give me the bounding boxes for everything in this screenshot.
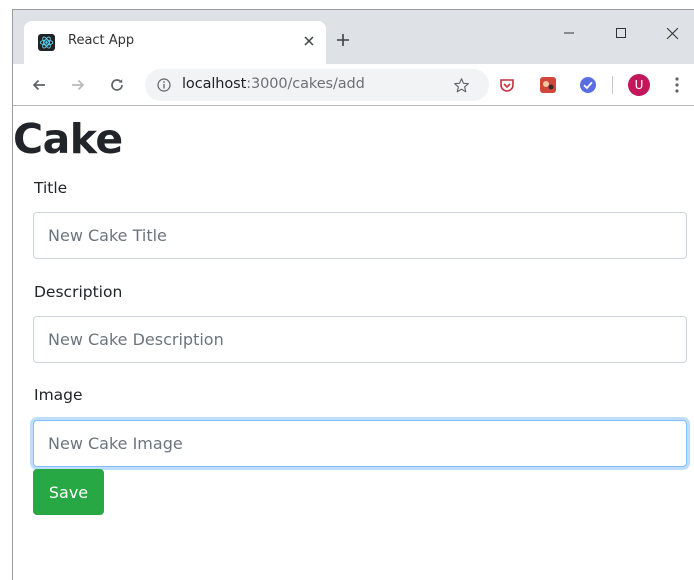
page-content: Cake Title Description Image Save [13, 107, 694, 580]
tab-react-app[interactable]: React App [24, 21, 326, 64]
puzzle-extension-icon [540, 77, 556, 93]
description-input[interactable] [33, 316, 687, 363]
maximize-button[interactable] [598, 20, 644, 46]
window-close-icon [666, 27, 678, 39]
image-input[interactable] [33, 420, 687, 467]
minimize-button[interactable] [546, 20, 592, 46]
info-icon[interactable] [156, 77, 172, 93]
address-bar[interactable]: localhost:3000/cakes/add [145, 69, 489, 101]
reload-button[interactable] [105, 73, 129, 97]
new-tab-button[interactable] [331, 28, 355, 52]
tab-strip: React App [13, 10, 694, 64]
save-button[interactable]: Save [33, 469, 104, 515]
forward-button[interactable] [66, 73, 90, 97]
image-label: Image [34, 386, 83, 404]
window-close-button[interactable] [649, 20, 694, 46]
title-label: Title [34, 179, 68, 197]
maximize-icon [616, 28, 626, 38]
react-logo-icon [38, 34, 55, 51]
plus-icon [337, 34, 349, 46]
close-tab-button[interactable] [300, 30, 318, 52]
minimize-icon [564, 32, 574, 34]
profile-avatar[interactable]: U [628, 74, 650, 96]
tab-title: React App [68, 33, 135, 48]
kebab-menu-icon [675, 77, 679, 93]
browser-window: React App localhost:3000/cakes/add U Cak… [12, 9, 694, 580]
browser-toolbar: localhost:3000/cakes/add U [13, 64, 694, 106]
arrow-right-icon [72, 79, 85, 91]
url-path: :3000/cakes/add [246, 76, 365, 92]
pocket-extension-button[interactable] [498, 76, 516, 94]
close-icon [304, 36, 314, 46]
check-extension-button[interactable] [579, 76, 597, 94]
pocket-icon [500, 79, 514, 92]
reload-icon [111, 79, 123, 91]
browser-menu-button[interactable] [669, 73, 685, 97]
red-extension-button[interactable] [539, 76, 557, 94]
page-title: Cake [13, 115, 123, 163]
back-button[interactable] [27, 73, 51, 97]
url-host: localhost [182, 76, 247, 92]
bookmark-star-button[interactable] [451, 75, 471, 95]
star-icon [453, 77, 469, 92]
toolbar-divider [612, 76, 613, 94]
url-text: localhost:3000/cakes/add [182, 76, 365, 92]
description-label: Description [34, 283, 123, 301]
check-circle-icon [580, 77, 596, 93]
title-input[interactable] [33, 212, 687, 259]
arrow-left-icon [32, 79, 45, 91]
